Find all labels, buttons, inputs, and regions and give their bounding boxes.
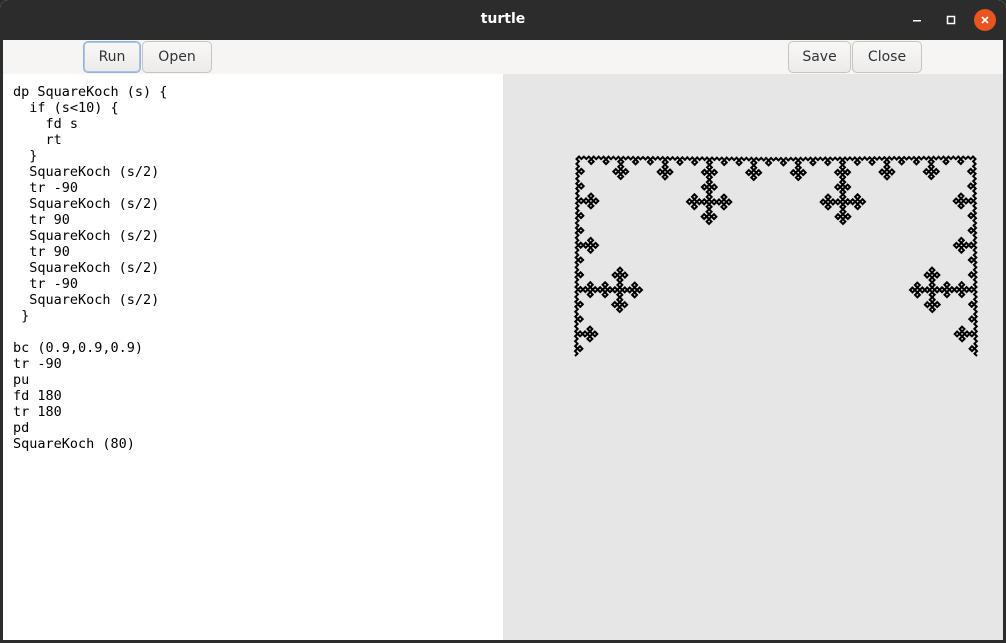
- save-button[interactable]: Save: [788, 41, 851, 73]
- close-button[interactable]: Close: [852, 41, 922, 73]
- turtle-canvas: [503, 74, 1003, 640]
- close-window-button[interactable]: [974, 9, 996, 31]
- maximize-button[interactable]: [940, 9, 962, 31]
- code-editor[interactable]: dp SquareKoch (s) { if (s<10) { fd s rt …: [3, 74, 503, 640]
- window-title: turtle: [480, 11, 526, 27]
- fractal-curve: [573, 155, 979, 357]
- close-icon: [981, 16, 989, 24]
- titlebar[interactable]: turtle: [0, 0, 1006, 40]
- minimize-icon: [913, 20, 921, 22]
- open-button[interactable]: Open: [142, 41, 212, 73]
- run-button[interactable]: Run: [83, 41, 141, 73]
- app-window: turtle Run Open Save Close dp SquareKoch…: [0, 0, 1006, 643]
- maximize-icon: [946, 15, 956, 25]
- turtle-drawing: [573, 155, 979, 357]
- minimize-button[interactable]: [906, 9, 928, 31]
- window-border-left: [0, 40, 3, 643]
- toolbar: Run Open Save Close: [3, 40, 1003, 74]
